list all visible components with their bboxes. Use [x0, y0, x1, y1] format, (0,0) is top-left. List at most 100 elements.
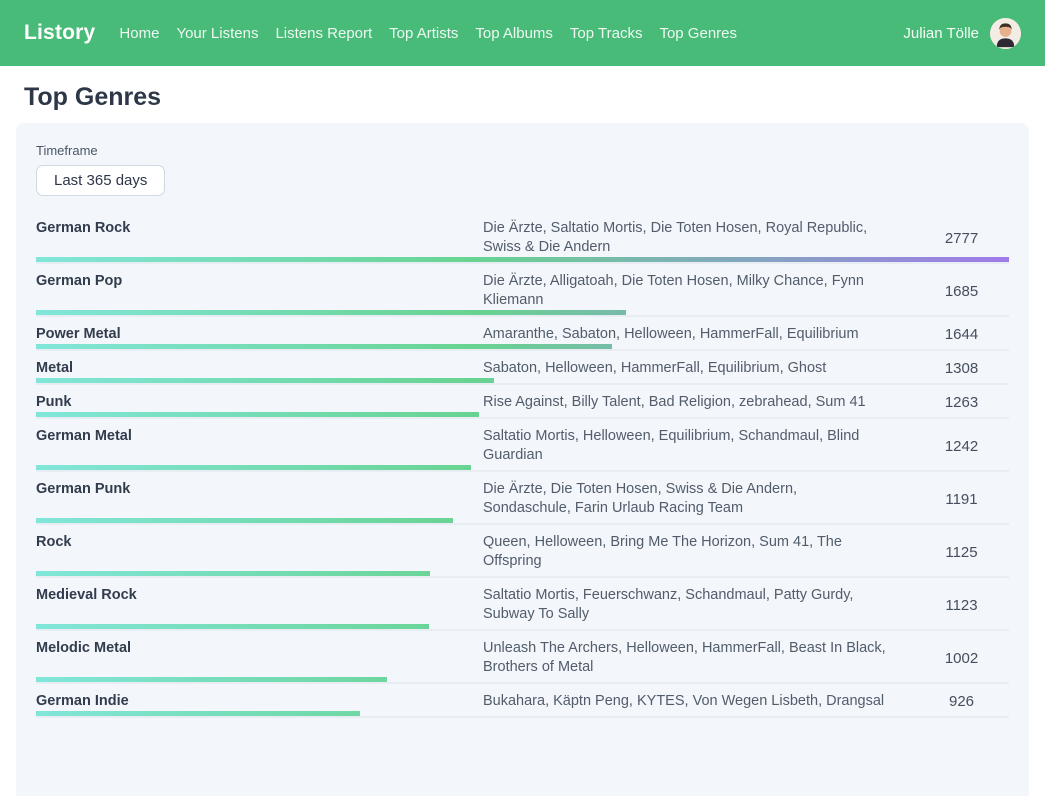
genre-bar	[36, 412, 1009, 419]
genre-bar-gradient	[36, 257, 1009, 262]
avatar-photo-icon	[990, 18, 1021, 49]
genre-bar	[36, 518, 1009, 525]
genre-count: 1242	[914, 438, 1009, 455]
timeframe-select[interactable]: Last 365 days	[36, 165, 165, 196]
genre-bar-gradient	[36, 465, 471, 470]
genre-count: 1002	[914, 650, 1009, 667]
genre-bar-gradient	[36, 518, 453, 523]
genre-bar-fill	[36, 518, 453, 523]
nav-link-listens-report[interactable]: Listens Report	[275, 25, 372, 42]
genre-artists: Rise Against, Billy Talent, Bad Religion…	[483, 393, 914, 412]
genre-count: 1263	[914, 394, 1009, 411]
genre-bar	[36, 571, 1009, 578]
genre-bar-fill	[36, 624, 429, 629]
genre-name: Rock	[36, 533, 483, 552]
genre-artists: Die Ärzte, Saltatio Mortis, Die Toten Ho…	[483, 219, 914, 257]
genre-bar	[36, 257, 1009, 264]
genre-bar-fill	[36, 465, 471, 470]
genre-bar-track	[36, 315, 1009, 317]
nav-link-top-artists[interactable]: Top Artists	[389, 25, 458, 42]
genre-row: German Pop Die Ärzte, Alligatoah, Die To…	[36, 264, 1009, 317]
genre-count: 1308	[914, 360, 1009, 377]
genre-bar-fill	[36, 310, 626, 315]
genre-count: 1125	[914, 544, 1009, 561]
genre-count: 1644	[914, 326, 1009, 343]
genre-count: 1123	[914, 597, 1009, 614]
genre-bar-track	[36, 576, 1009, 578]
genre-bar	[36, 465, 1009, 472]
genre-artists: Sabaton, Helloween, HammerFall, Equilibr…	[483, 359, 914, 378]
genre-name: German Rock	[36, 219, 483, 238]
genre-bar-track	[36, 417, 1009, 419]
genre-bar-gradient	[36, 378, 494, 383]
genre-bar-gradient	[36, 624, 429, 629]
genre-bar-gradient	[36, 310, 626, 315]
genre-bar-fill	[36, 344, 612, 349]
genre-name: German Punk	[36, 480, 483, 499]
genre-bar-fill	[36, 677, 387, 682]
genre-bar-fill	[36, 257, 1009, 262]
nav-link-home[interactable]: Home	[119, 25, 159, 42]
genre-bar-fill	[36, 412, 479, 417]
genre-artists: Bukahara, Käptn Peng, KYTES, Von Wegen L…	[483, 692, 914, 711]
genre-bar	[36, 378, 1009, 385]
genre-bar-fill	[36, 378, 494, 383]
genre-name: Punk	[36, 393, 483, 412]
genre-artists: Unleash The Archers, Helloween, HammerFa…	[483, 639, 914, 677]
genre-name: Power Metal	[36, 325, 483, 344]
nav-link-top-genres[interactable]: Top Genres	[659, 25, 737, 42]
genre-bar-gradient	[36, 571, 430, 576]
genre-bar-track	[36, 629, 1009, 631]
genre-bar-gradient	[36, 344, 612, 349]
navbar: Listory Home Your Listens Listens Report To…	[0, 0, 1045, 66]
genre-name: Medieval Rock	[36, 586, 483, 605]
genre-bar-gradient	[36, 711, 360, 716]
genre-name: German Pop	[36, 272, 483, 291]
genre-bar	[36, 711, 1009, 718]
genre-name: German Metal	[36, 427, 483, 446]
top-genres-card: Timeframe Last 365 days German Rock Die …	[16, 123, 1029, 796]
genre-artists: Die Ärzte, Alligatoah, Die Toten Hosen, …	[483, 272, 914, 310]
nav-link-your-listens[interactable]: Your Listens	[176, 25, 258, 42]
genre-bar	[36, 624, 1009, 631]
genre-row: Punk Rise Against, Billy Talent, Bad Rel…	[36, 385, 1009, 419]
genre-artists: Saltatio Mortis, Helloween, Equilibrium,…	[483, 427, 914, 465]
genre-row: Rock Queen, Helloween, Bring Me The Hori…	[36, 525, 1009, 578]
nav-link-top-tracks[interactable]: Top Tracks	[570, 25, 643, 42]
genre-row: German Metal Saltatio Mortis, Helloween,…	[36, 419, 1009, 472]
app-logo[interactable]: Listory	[24, 21, 95, 45]
genre-artists: Saltatio Mortis, Feuerschwanz, Schandmau…	[483, 586, 914, 624]
genre-list: German Rock Die Ärzte, Saltatio Mortis, …	[36, 211, 1009, 718]
genre-artists: Queen, Helloween, Bring Me The Horizon, …	[483, 533, 914, 571]
genre-bar	[36, 677, 1009, 684]
nav-links: Home Your Listens Listens Report Top Artist…	[119, 25, 737, 42]
timeframe-label: Timeframe	[36, 143, 1009, 158]
user-name: Julian Tölle	[903, 25, 979, 42]
nav-link-top-albums[interactable]: Top Albums	[475, 25, 553, 42]
genre-bar-gradient	[36, 677, 387, 682]
genre-name: Metal	[36, 359, 483, 378]
genre-bar-track	[36, 383, 1009, 385]
genre-count: 926	[914, 693, 1009, 710]
genre-bar-track	[36, 349, 1009, 351]
genre-bar-fill	[36, 711, 360, 716]
genre-row: Power Metal Amaranthe, Sabaton, Hellowee…	[36, 317, 1009, 351]
genre-bar-track	[36, 682, 1009, 684]
genre-row: Melodic Metal Unleash The Archers, Hello…	[36, 631, 1009, 684]
genre-bar-track	[36, 716, 1009, 718]
genre-name: German Indie	[36, 692, 483, 711]
genre-bar-fill	[36, 571, 430, 576]
genre-count: 1685	[914, 283, 1009, 300]
genre-artists: Die Ärzte, Die Toten Hosen, Swiss & Die …	[483, 480, 914, 518]
genre-row: German Rock Die Ärzte, Saltatio Mortis, …	[36, 211, 1009, 264]
genre-bar-track	[36, 262, 1009, 264]
genre-bar	[36, 310, 1009, 317]
genre-bar-gradient	[36, 412, 479, 417]
genre-row: Medieval Rock Saltatio Mortis, Feuerschw…	[36, 578, 1009, 631]
genre-bar-track	[36, 523, 1009, 525]
genre-row: German Indie Bukahara, Käptn Peng, KYTES…	[36, 684, 1009, 718]
genre-row: Metal Sabaton, Helloween, HammerFall, Eq…	[36, 351, 1009, 385]
user-avatar[interactable]	[990, 18, 1021, 49]
page-title: Top Genres	[24, 83, 1021, 112]
genre-name: Melodic Metal	[36, 639, 483, 658]
